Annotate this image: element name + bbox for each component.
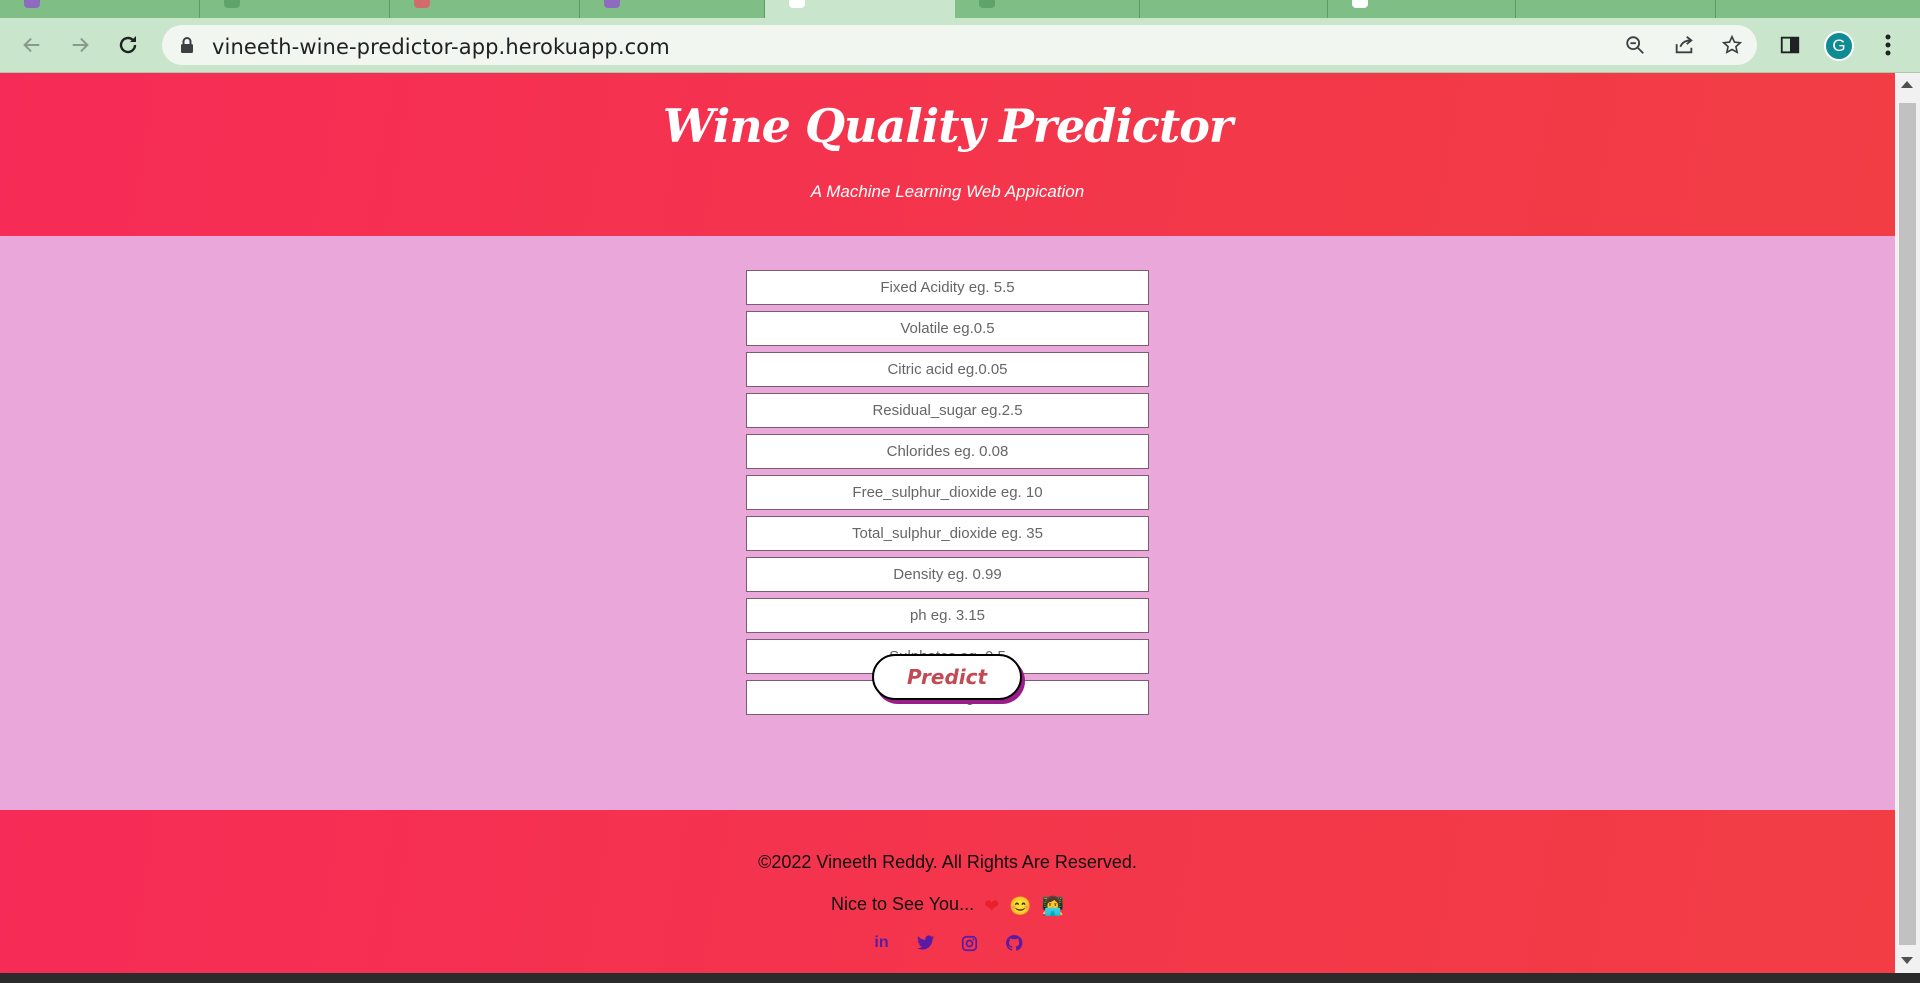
site-subtitle: A Machine Learning Web Appication [810,182,1085,201]
site-title: Wine Quality Predictor [662,99,1233,153]
wine-feature-input[interactable] [746,270,1149,305]
share-icon[interactable] [1672,33,1696,57]
browser-tab[interactable] [390,0,580,18]
wine-feature-input[interactable] [746,516,1149,551]
smile-emoji-icon: 😊 [1009,896,1032,916]
wine-feature-input[interactable] [746,475,1149,510]
technologist-emoji-icon: 👩‍💻 [1041,896,1065,916]
tab-favicon-icon [24,0,40,8]
site-header: Wine Quality Predictor A Machine Learnin… [0,73,1895,236]
browser-tab[interactable] [580,0,765,18]
zoom-out-icon[interactable] [1623,33,1647,57]
browser-tab[interactable] [200,0,390,18]
tab-favicon-icon [1352,0,1368,8]
reload-icon [119,36,137,54]
browser-tab[interactable] [1328,0,1516,18]
copyright-text: ©2022 Vineeth Reddy. All Rights Are Rese… [758,852,1137,872]
tab-favicon-icon [224,0,240,8]
page-scrollbar[interactable] [1895,73,1920,973]
linkedin-glyph: in [874,934,889,951]
address-bar[interactable]: vineeth-wine-predictor-app.herokuapp.com [162,25,1757,65]
predict-button[interactable]: Predict [872,654,1022,700]
greeting-line: Nice to See You... ❤ 😊 👩‍💻 [0,894,1895,917]
url-text[interactable]: vineeth-wine-predictor-app.herokuapp.com [212,35,670,59]
browser-tab[interactable] [0,0,200,18]
side-panel-icon[interactable] [1776,31,1804,59]
bookmark-star-icon[interactable] [1720,33,1744,57]
wine-feature-input[interactable] [746,598,1149,633]
back-button[interactable] [18,31,46,59]
social-links: in [0,932,1895,954]
page-content: Wine Quality Predictor A Machine Learnin… [0,73,1895,973]
reload-button[interactable] [114,31,142,59]
heart-icon: ❤ [984,896,1000,916]
github-icon[interactable] [1002,932,1026,954]
browser-toolbar: vineeth-wine-predictor-app.herokuapp.com… [0,18,1920,73]
twitter-icon[interactable] [914,932,938,954]
site-footer: ©2022 Vineeth Reddy. All Rights Are Rese… [0,810,1895,973]
scroll-down-arrow-icon[interactable] [1901,957,1913,964]
forward-button[interactable] [66,31,94,59]
tab-favicon-icon [789,0,805,8]
tab-favicon-icon [979,0,995,8]
scroll-up-arrow-icon[interactable] [1901,81,1913,88]
greeting-text: Nice to See You... [830,894,975,914]
browser-tab-active[interactable] [765,0,955,18]
browser-tab[interactable] [1516,0,1716,18]
wine-feature-input[interactable] [746,352,1149,387]
tab-favicon-icon [414,0,430,8]
profile-avatar[interactable]: G [1824,31,1854,61]
lock-icon [180,36,194,59]
browser-menu-icon[interactable] [1874,31,1902,59]
back-arrow-icon [23,37,40,53]
tab-favicon-icon [604,0,620,8]
wine-feature-input[interactable] [746,393,1149,428]
window-bottom-edge [0,973,1920,983]
scroll-thumb[interactable] [1899,103,1916,945]
linkedin-icon[interactable]: in [870,932,894,954]
instagram-icon[interactable] [958,932,982,954]
browser-tab-strip [0,0,1920,18]
forward-arrow-icon [72,37,89,53]
wine-feature-input[interactable] [746,434,1149,469]
browser-tab[interactable] [1140,0,1328,18]
wine-feature-input[interactable] [746,557,1149,592]
browser-tab[interactable] [955,0,1140,18]
wine-feature-input[interactable] [746,311,1149,346]
